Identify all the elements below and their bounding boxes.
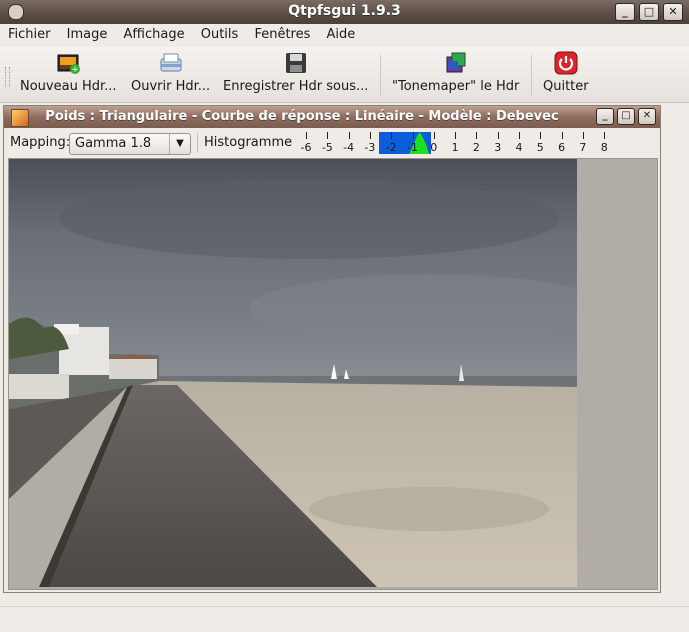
toolbar-grip[interactable] xyxy=(5,67,10,87)
histogram-tick-label: -1 xyxy=(407,141,418,154)
menu-outils[interactable]: Outils xyxy=(197,24,243,42)
histogram-tick xyxy=(306,132,307,139)
histogram-tick xyxy=(369,132,371,139)
power-icon xyxy=(554,51,578,75)
menu-fenetres[interactable]: Fenêtres xyxy=(250,24,314,42)
histogram-tick xyxy=(476,132,478,139)
histogram-tick-label: 0 xyxy=(430,141,438,154)
status-bar xyxy=(0,606,689,632)
histogram-tick-label: -5 xyxy=(321,141,333,154)
tonemap-icon xyxy=(444,51,468,75)
histogram-tick-label: -3 xyxy=(364,141,376,154)
open-hdr-button[interactable]: Ouvrir Hdr... xyxy=(131,51,210,94)
histogram-tick xyxy=(540,132,542,139)
histogram-tick-label: -4 xyxy=(343,141,355,154)
menu-image[interactable]: Image xyxy=(63,24,112,42)
quit-button[interactable]: Quitter xyxy=(543,51,589,94)
new-hdr-icon: + xyxy=(56,51,81,75)
tonemap-label: "Tonemaper" le Hdr xyxy=(392,79,520,94)
image-viewport[interactable] xyxy=(8,158,658,590)
open-hdr-icon xyxy=(159,51,183,75)
histogram-tick xyxy=(433,132,435,139)
quit-label: Quitter xyxy=(543,79,589,94)
save-disk-icon xyxy=(284,51,308,75)
menu-bar: Fichier Image Affichage Outils Fenêtres … xyxy=(0,24,689,46)
subwindow-maximize-button[interactable]: □ xyxy=(617,108,635,125)
mapping-selected-value: Gamma 1.8 xyxy=(75,136,152,151)
histogram-tick xyxy=(561,132,563,139)
application-window: Qtpfsgui 1.9.3 _ □ ✕ Fichier Image Affic… xyxy=(0,0,689,632)
menu-fichier[interactable]: Fichier xyxy=(4,24,55,42)
save-hdr-label: Enregistrer Hdr sous... xyxy=(223,79,369,94)
new-hdr-button[interactable]: + Nouveau Hdr... xyxy=(20,51,117,94)
histogram-tick xyxy=(327,132,329,139)
histogram-tick xyxy=(519,132,520,139)
histogram-tick xyxy=(348,132,350,139)
histogram-widget[interactable]: -6 -5 -4 -3 -2 -1 0 1 2 3 4 5 6 7 8 xyxy=(296,132,608,156)
window-title: Qtpfsgui 1.9.3 xyxy=(288,3,401,19)
hdr-image-preview[interactable] xyxy=(9,159,577,587)
histogram-tick xyxy=(455,132,457,139)
svg-text:+: + xyxy=(71,65,79,75)
histogram-label: Histogramme xyxy=(204,135,293,150)
histogram-tick xyxy=(604,132,606,139)
histogram-tick-label: 5 xyxy=(536,141,544,154)
subwindow-title: Poids : Triangulaire - Courbe de réponse… xyxy=(45,109,559,124)
histogram-tick-label: 4 xyxy=(515,141,523,154)
title-bar: Qtpfsgui 1.9.3 _ □ ✕ xyxy=(0,0,689,24)
chevron-down-icon: ▼ xyxy=(169,134,190,154)
hdr-subwindow: Poids : Triangulaire - Courbe de réponse… xyxy=(3,105,661,593)
horizontal-scrollbar[interactable] xyxy=(3,594,659,602)
histogram-tick-label: 3 xyxy=(494,141,502,154)
histogram-tick-label: 2 xyxy=(472,141,480,154)
histogram-tick-label: 6 xyxy=(558,141,566,154)
viewer-options-bar: Mapping: Gamma 1.8 ▼ Histogramme -6 -5 -4-… xyxy=(4,130,660,156)
histogram-tick xyxy=(412,132,414,139)
subwindow-close-button[interactable]: ✕ xyxy=(638,108,656,125)
histogram-tick xyxy=(391,132,393,139)
open-hdr-label: Ouvrir Hdr... xyxy=(131,79,211,94)
mapping-label: Mapping: xyxy=(10,135,71,150)
new-hdr-label: Nouveau Hdr... xyxy=(20,79,117,94)
subwindow-minimize-button[interactable]: _ xyxy=(596,108,614,125)
toolbar-separator xyxy=(380,55,381,95)
histogram-tick-label: -6 xyxy=(300,141,312,154)
histogram-tick xyxy=(582,132,584,139)
main-toolbar: + Nouveau Hdr... Ouvrir Hdr... Enregistr… xyxy=(0,47,689,103)
mapping-select[interactable]: Gamma 1.8 ▼ xyxy=(69,133,191,155)
histogram-tick-label: 8 xyxy=(600,141,608,154)
maximize-button[interactable]: □ xyxy=(639,3,659,21)
histogram-tick-label: 7 xyxy=(579,141,587,154)
menu-aide[interactable]: Aide xyxy=(323,24,360,42)
histogram-tick-label: -2 xyxy=(385,141,397,154)
minimize-button[interactable]: _ xyxy=(615,3,635,21)
close-button[interactable]: ✕ xyxy=(663,3,683,21)
tonemap-button[interactable]: "Tonemaper" le Hdr xyxy=(392,51,519,94)
options-separator xyxy=(197,133,198,153)
histogram-tick xyxy=(497,132,499,139)
toolbar-separator xyxy=(531,55,532,95)
histogram-tick-label: 1 xyxy=(451,141,459,154)
subwindow-title-bar[interactable]: Poids : Triangulaire - Courbe de réponse… xyxy=(4,106,660,128)
menu-affichage[interactable]: Affichage xyxy=(120,24,189,42)
save-hdr-button[interactable]: Enregistrer Hdr sous... xyxy=(223,51,368,94)
